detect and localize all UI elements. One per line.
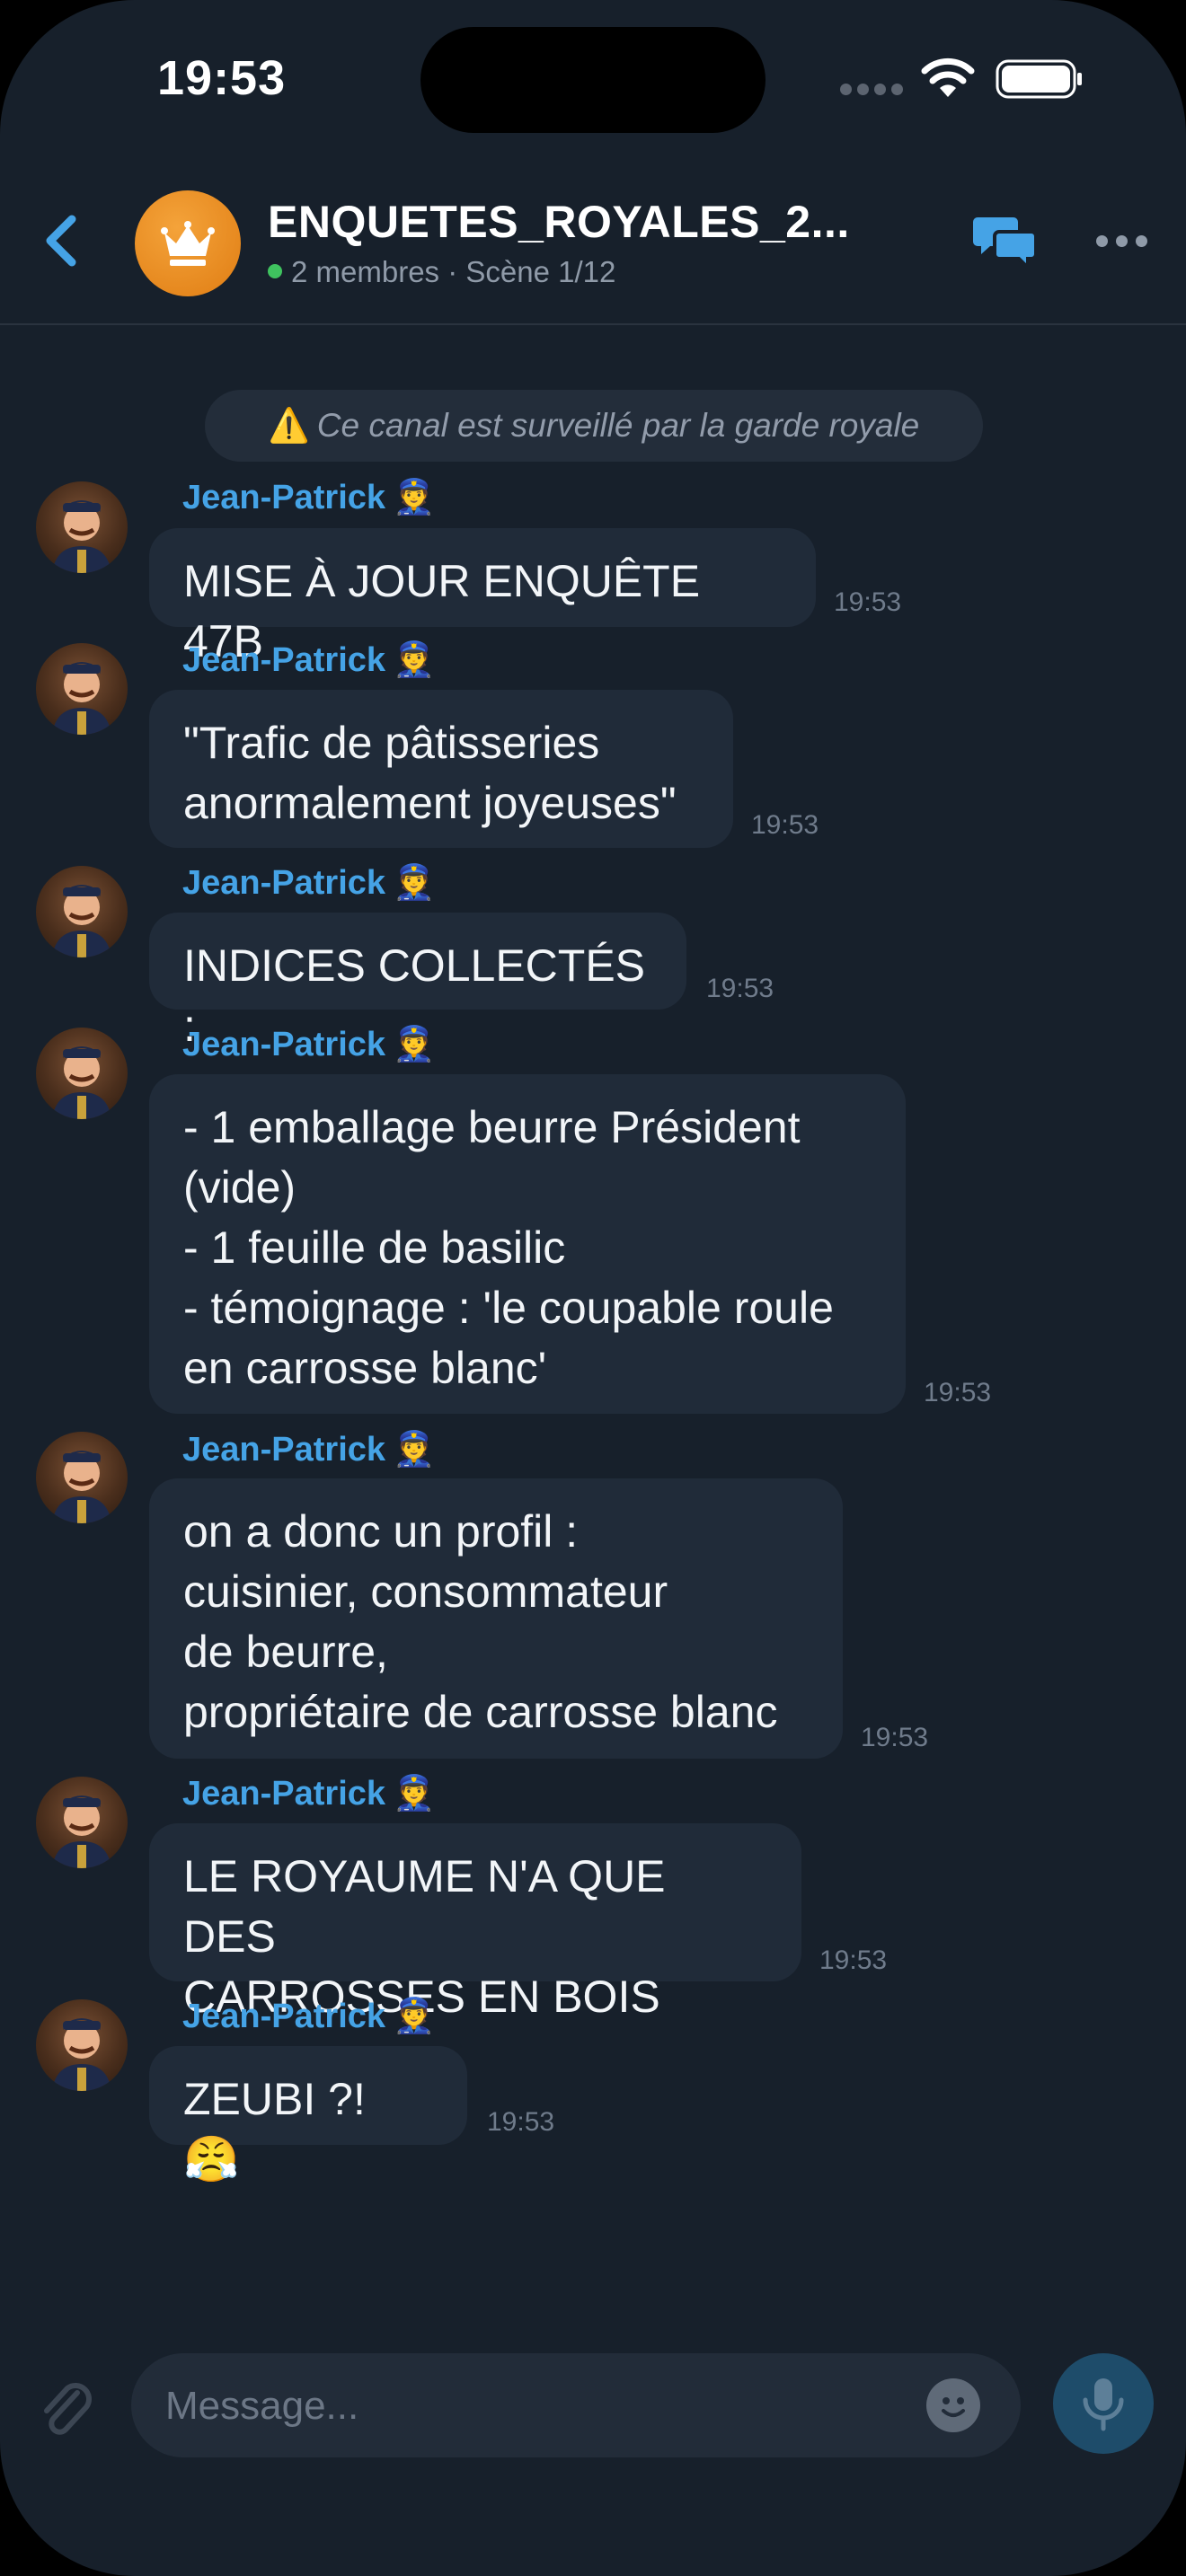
- members-scene-label: 2 membres · Scène 1/12: [291, 255, 616, 288]
- status-bar: 19:53: [0, 0, 1186, 153]
- police-officer-badge-icon: 👮: [393, 1998, 436, 2035]
- sender-avatar[interactable]: [36, 1432, 128, 1523]
- police-officer-badge-icon: 👮: [393, 641, 436, 679]
- sender-avatar[interactable]: [36, 1777, 128, 1868]
- police-officer-badge-icon: 👮: [393, 1431, 436, 1469]
- group-avatar[interactable]: [135, 190, 241, 296]
- chat-subtitle: 2 membres · Scène 1/12: [268, 255, 615, 289]
- notice-text: Ce canal est surveillé par la garde roya…: [316, 407, 920, 444]
- police-officer-badge-icon: 👮: [393, 479, 436, 516]
- police-officer-badge-icon: 👮: [393, 1026, 436, 1063]
- sender-name[interactable]: Jean-Patrick 👮: [182, 1430, 435, 1469]
- sender-name[interactable]: Jean-Patrick 👮: [182, 1025, 435, 1064]
- message-bubble[interactable]: - 1 emballage beurre Président (vide) - …: [149, 1074, 906, 1414]
- battery-icon: [996, 59, 1082, 99]
- chat-title[interactable]: ENQUETES_ROYALES_2...: [268, 196, 951, 248]
- surveillance-notice: ⚠️ Ce canal est surveillé par la garde ro…: [205, 390, 983, 462]
- warning-icon: ⚠️: [268, 407, 310, 444]
- message-bubble[interactable]: LE ROYAUME N'A QUE DES CARROSSES EN BOIS: [149, 1823, 801, 2022]
- emoji-icon[interactable]: [926, 2378, 980, 2432]
- chat-header: ENQUETES_ROYALES_2... 2 membres · Scène …: [0, 153, 1186, 325]
- microphone-icon: [1083, 2378, 1124, 2431]
- sender-name[interactable]: Jean-Patrick 👮: [182, 478, 435, 517]
- wifi-icon: [921, 57, 975, 97]
- message-timestamp: 19:53: [819, 1945, 888, 1975]
- more-options-icon[interactable]: [1096, 235, 1150, 250]
- crown-icon: [161, 221, 215, 266]
- phone-screen: 19:53 ENQUETES_ROYALES_2... 2 membres · …: [0, 0, 1186, 2576]
- message-bubble[interactable]: INDICES COLLECTÉS :: [149, 913, 686, 1051]
- message-timestamp: 19:53: [924, 1378, 992, 1407]
- back-chevron-icon[interactable]: [36, 205, 90, 277]
- sender-avatar[interactable]: [36, 1028, 128, 1119]
- sender-avatar[interactable]: [36, 643, 128, 735]
- sender-name[interactable]: Jean-Patrick 👮: [182, 640, 435, 680]
- message-timestamp: 19:53: [834, 587, 902, 617]
- sender-avatar[interactable]: [36, 1999, 128, 2091]
- message-timestamp: 19:53: [861, 1723, 929, 1752]
- message-bubble[interactable]: on a donc un profil : cuisinier, consomm…: [149, 1478, 843, 1759]
- sender-avatar[interactable]: [36, 481, 128, 573]
- microphone-button[interactable]: [1053, 2353, 1154, 2454]
- message-bubble[interactable]: MISE À JOUR ENQUÊTE 47B: [149, 528, 816, 666]
- message-bubble[interactable]: "Trafic de pâtisseries anormalement joye…: [149, 690, 733, 848]
- dynamic-island: [420, 27, 766, 133]
- sender-name[interactable]: Jean-Patrick 👮: [182, 863, 435, 903]
- online-status-dot: [268, 264, 282, 278]
- police-officer-badge-icon: 👮: [393, 864, 436, 902]
- sender-name[interactable]: Jean-Patrick 👮: [182, 1997, 435, 2036]
- status-time: 19:53: [157, 51, 287, 105]
- message-timestamp: 19:53: [706, 974, 774, 1003]
- sender-name[interactable]: Jean-Patrick 👮: [182, 1774, 435, 1813]
- sender-avatar[interactable]: [36, 866, 128, 957]
- message-input[interactable]: [164, 2375, 931, 2438]
- threads-icon[interactable]: [972, 212, 1039, 269]
- message-timestamp: 19:53: [487, 2107, 555, 2137]
- message-bubble[interactable]: ZEUBI ?! 😤: [149, 2046, 467, 2184]
- message-timestamp: 19:53: [751, 810, 819, 840]
- message-composer: [131, 2353, 1021, 2457]
- police-officer-badge-icon: 👮: [393, 1775, 436, 1813]
- paperclip-icon[interactable]: [36, 2371, 95, 2443]
- cellular-signal-icon: [840, 84, 903, 96]
